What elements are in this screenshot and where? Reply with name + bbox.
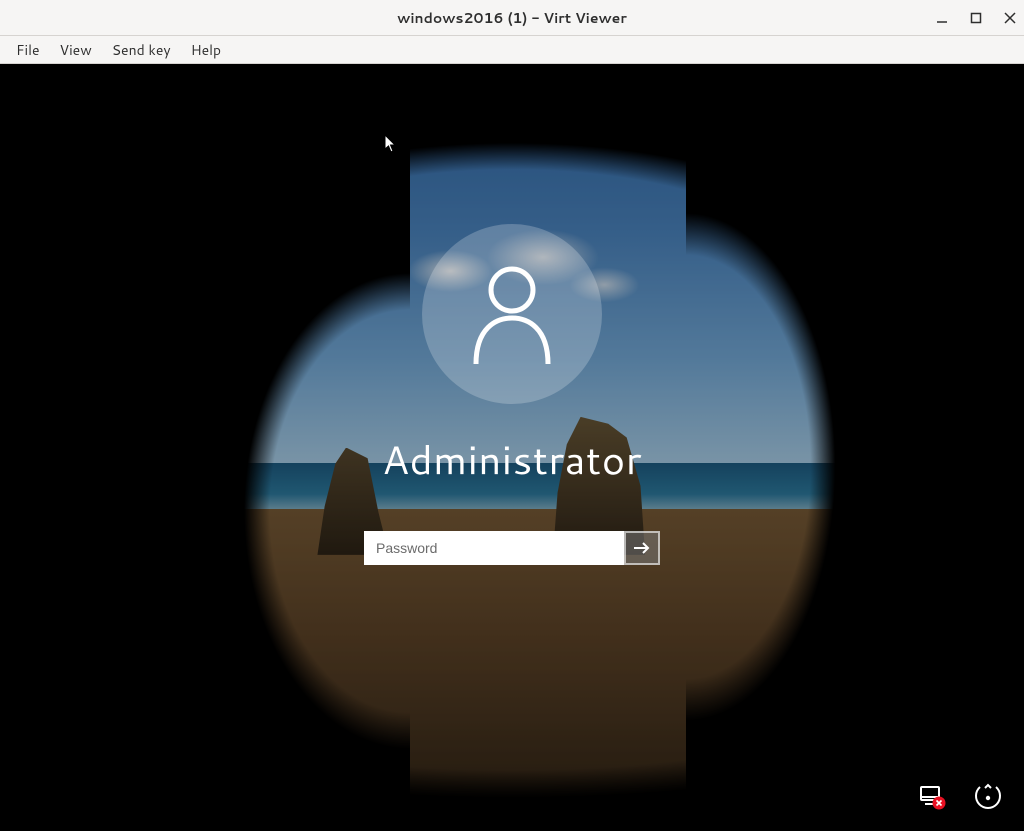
maximize-icon: [970, 12, 982, 24]
titlebar[interactable]: windows2016 (1) - Virt Viewer: [0, 0, 1024, 36]
ease-of-access-icon: [974, 783, 1002, 811]
network-disconnected-icon: [918, 783, 946, 811]
menu-help[interactable]: Help: [181, 36, 231, 64]
password-row: [364, 531, 660, 565]
window-controls: [934, 0, 1018, 36]
password-input[interactable]: [364, 531, 624, 565]
close-button[interactable]: [1002, 10, 1018, 26]
menu-file[interactable]: File: [6, 36, 50, 64]
user-avatar: [422, 224, 602, 404]
login-username: Administrator: [382, 430, 642, 487]
utility-row: [916, 781, 1004, 813]
menubar: File View Send key Help: [0, 36, 1024, 64]
user-avatar-icon: [466, 264, 558, 364]
minimize-button[interactable]: [934, 10, 950, 26]
arrow-right-icon: [633, 541, 651, 555]
maximize-button[interactable]: [968, 10, 984, 26]
login-panel: Administrator: [302, 224, 722, 565]
app-window: windows2016 (1) - Virt Viewer File View …: [0, 0, 1024, 831]
ease-of-access-button[interactable]: [972, 781, 1004, 813]
menu-sendkey[interactable]: Send key: [102, 36, 181, 64]
menu-view[interactable]: View: [50, 36, 102, 64]
submit-button[interactable]: [624, 531, 660, 565]
network-button[interactable]: [916, 781, 948, 813]
close-icon: [1004, 12, 1016, 24]
window-title: windows2016 (1) - Virt Viewer: [0, 8, 1024, 28]
guest-viewport[interactable]: Administrator: [0, 64, 1024, 831]
minimize-icon: [936, 12, 948, 24]
